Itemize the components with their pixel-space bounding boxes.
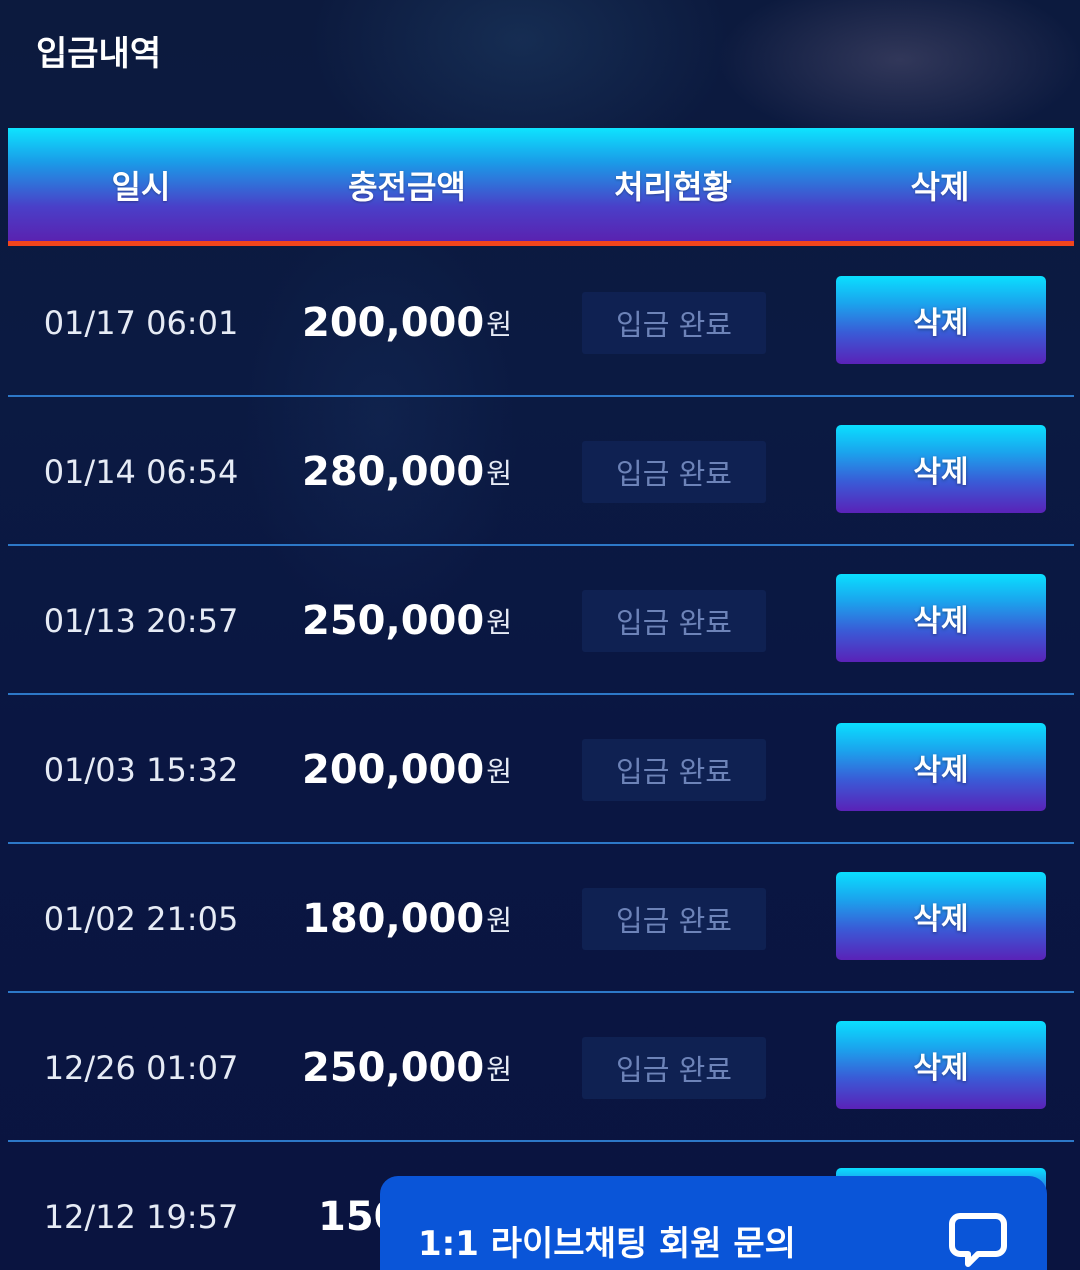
table-row: 01/02 21:05 180,000 원 입금 완료 삭제 [8,844,1074,993]
column-header-amount: 충전금액 [348,167,466,206]
table-row: 01/14 06:54 280,000 원 입금 완료 삭제 [8,397,1074,546]
table-row: 01/03 15:32 200,000 원 입금 완료 삭제 [8,695,1074,844]
currency-suffix: 원 [486,307,512,341]
row-amount: 180,000 원 [274,844,540,993]
row-amount: 250,000 원 [274,546,540,695]
row-date: 01/02 21:05 [43,899,239,938]
status-badge: 입금 완료 [582,1037,766,1099]
currency-suffix: 원 [486,1052,512,1086]
delete-button[interactable]: 삭제 [836,1021,1046,1109]
amount-value: 280,000 [302,448,485,495]
amount-value: 200,000 [302,299,485,346]
row-date: 01/14 06:54 [43,452,239,491]
amount-value: 180,000 [302,895,485,942]
delete-button[interactable]: 삭제 [836,872,1046,960]
currency-suffix: 원 [486,456,512,490]
amount-value: 250,000 [302,597,485,644]
delete-button[interactable]: 삭제 [836,276,1046,364]
delete-button[interactable]: 삭제 [836,425,1046,513]
delete-button[interactable]: 삭제 [836,723,1046,811]
table-row: 12/26 01:07 250,000 원 입금 완료 삭제 [8,993,1074,1142]
page-title: 입금내역 [36,34,162,74]
status-badge: 입금 완료 [582,292,766,354]
currency-suffix: 원 [486,754,512,788]
live-chat-label: 1:1 라이브채팅 회원 문의 [418,1224,796,1264]
status-badge: 입금 완료 [582,590,766,652]
live-chat-button[interactable]: 1:1 라이브채팅 회원 문의 [380,1176,1047,1270]
chat-bubble-icon [949,1213,1007,1267]
amount-value: 200,000 [302,746,485,793]
status-badge: 입금 완료 [582,888,766,950]
row-date: 01/13 20:57 [43,601,239,640]
column-header-date: 일시 [111,167,171,206]
table-header: 일시 충전금액 처리현황 삭제 [8,128,1074,246]
amount-value: 250,000 [302,1044,485,1091]
status-badge: 입금 완료 [582,441,766,503]
row-date: 12/12 19:57 [43,1197,239,1236]
column-header-status: 처리현황 [614,167,732,206]
status-badge: 입금 완료 [582,739,766,801]
row-amount: 280,000 원 [274,397,540,546]
row-date: 01/17 06:01 [43,303,239,342]
row-date: 12/26 01:07 [43,1048,239,1087]
row-amount: 200,000 원 [274,695,540,844]
table-row: 01/17 06:01 200,000 원 입금 완료 삭제 [8,248,1074,397]
row-amount: 200,000 원 [274,248,540,397]
row-date: 01/03 15:32 [43,750,239,789]
column-header-delete: 삭제 [910,167,970,206]
delete-button[interactable]: 삭제 [836,574,1046,662]
currency-suffix: 원 [486,903,512,937]
row-amount: 250,000 원 [274,993,540,1142]
currency-suffix: 원 [486,605,512,639]
table-row: 01/13 20:57 250,000 원 입금 완료 삭제 [8,546,1074,695]
